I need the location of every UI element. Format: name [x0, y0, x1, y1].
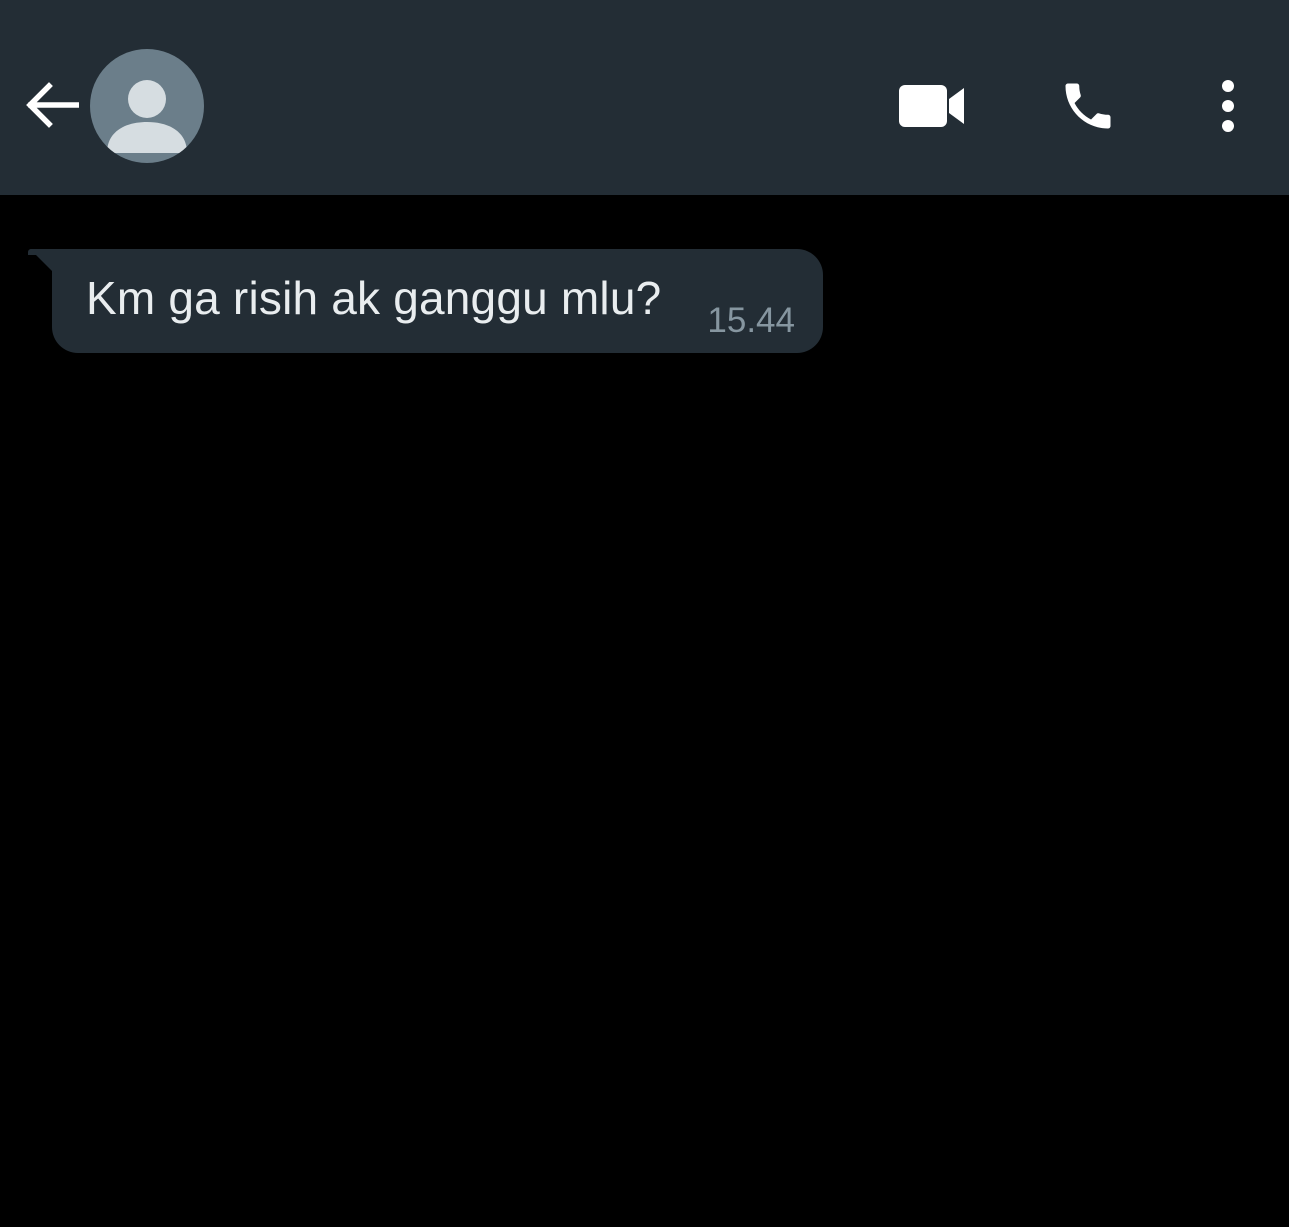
- video-call-button[interactable]: [896, 70, 968, 142]
- more-options-button[interactable]: [1192, 70, 1264, 142]
- vertical-dots-icon: [1222, 80, 1234, 132]
- arrow-left-icon: [26, 82, 79, 128]
- bubble-tail-corner: [28, 249, 36, 255]
- video-camera-icon: [899, 85, 964, 127]
- avatar[interactable]: [90, 49, 204, 163]
- message-list[interactable]: Km ga risih ak ganggu mlu? 15.44: [0, 195, 1289, 1227]
- incoming-message-bubble[interactable]: Km ga risih ak ganggu mlu? 15.44: [28, 249, 823, 353]
- phone-icon: [1065, 83, 1111, 129]
- chat-header: [0, 0, 1289, 195]
- chat-screen: Km ga risih ak ganggu mlu? 15.44: [0, 0, 1289, 1227]
- message-text: Km ga risih ak ganggu mlu?: [86, 272, 662, 324]
- default-person-icon: [107, 80, 187, 153]
- back-button[interactable]: [18, 72, 84, 138]
- message-timestamp: 15.44: [707, 300, 795, 340]
- voice-call-button[interactable]: [1052, 70, 1124, 142]
